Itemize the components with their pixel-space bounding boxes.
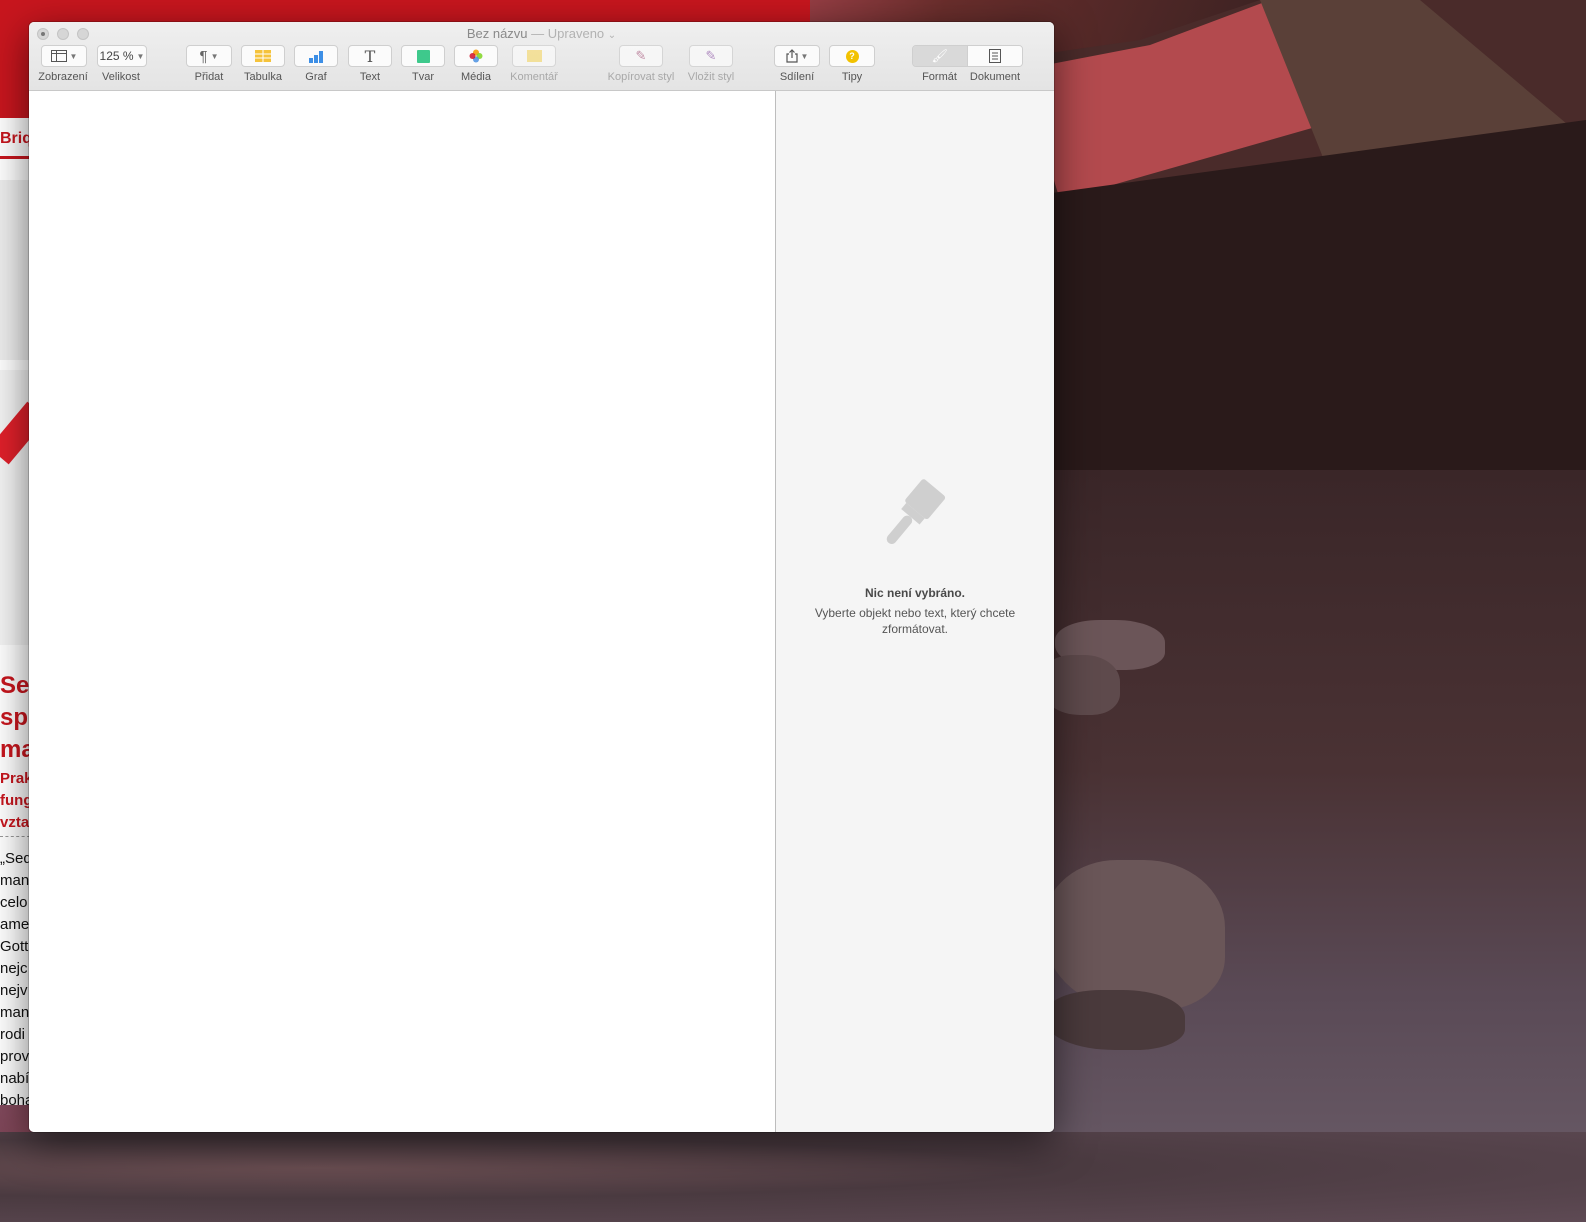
insert-button[interactable]: ¶ ▼ <box>186 45 232 67</box>
toolbar-shape[interactable]: Tvar <box>400 45 446 93</box>
comment-button[interactable] <box>512 45 556 67</box>
paint-dropper-icon: ✎ <box>705 48 717 63</box>
text-icon: T <box>364 46 376 66</box>
photos-flower-icon <box>469 49 483 63</box>
browser-panel <box>0 180 30 360</box>
toolbar-table[interactable]: Tabulka <box>240 45 286 93</box>
foreground-stones <box>0 1132 1586 1222</box>
text-label: Text <box>359 71 381 83</box>
paste-style-label: Vložit styl <box>687 71 735 83</box>
document-name: Bez názvu <box>466 26 528 41</box>
zoom-dropdown[interactable]: 125 % ▼ <box>97 45 147 67</box>
toolbar-tips[interactable]: ? Tipy <box>829 45 875 93</box>
toolbar-zoom[interactable]: 125 % ▼ Velikost <box>95 45 147 93</box>
chart-button[interactable] <box>294 45 338 67</box>
paintbrush-icon <box>886 479 946 544</box>
window-titlebar: Bez názvu — Upraveno ⌄ ▼ Zobrazení 125 %… <box>29 22 1054 91</box>
toolbar-chart[interactable]: Graf <box>293 45 339 93</box>
square-shape-icon <box>416 49 430 63</box>
share-icon <box>785 49 798 63</box>
toolbar-comment[interactable]: Komentář <box>507 45 561 93</box>
zoom-label: Velikost <box>102 71 140 83</box>
chevron-down-icon: ⌄ <box>607 30 617 41</box>
chevron-down-icon: ▼ <box>210 51 219 61</box>
document-canvas[interactable] <box>29 91 776 1132</box>
rock <box>1045 860 1225 1010</box>
chart-label: Graf <box>305 71 327 83</box>
subhead-line: Prak <box>0 770 33 787</box>
share-label: Sdílení <box>779 71 815 83</box>
toolbar-share[interactable]: ▼ Sdílení <box>774 45 820 93</box>
toolbar-text[interactable]: T Text <box>347 45 393 93</box>
toolbar-insert[interactable]: ¶ ▼ Přidat <box>186 45 232 93</box>
view-label: Zobrazení <box>38 71 88 83</box>
media-button[interactable] <box>454 45 498 67</box>
bar-chart-icon <box>309 50 323 63</box>
toolbar-media[interactable]: Média <box>453 45 499 93</box>
share-button[interactable]: ▼ <box>774 45 820 67</box>
table-label: Tabulka <box>244 71 282 83</box>
document-status: Upraveno <box>547 26 605 41</box>
text-box-button[interactable]: T <box>348 45 392 67</box>
pages-window: Bez názvu — Upraveno ⌄ ▼ Zobrazení 125 %… <box>29 22 1054 1132</box>
toolbar-paste-style[interactable]: ✎ Vložit styl <box>679 45 743 93</box>
toolbar-view[interactable]: ▼ Zobrazení <box>37 45 89 93</box>
toolbar-copy-style[interactable]: ✎ Kopírovat styl <box>605 45 677 93</box>
nav-underline <box>0 156 30 159</box>
copy-style-label: Kopírovat styl <box>607 71 675 83</box>
document-label: Dokument <box>969 71 1021 83</box>
view-button[interactable]: ▼ <box>41 45 87 67</box>
table-button[interactable] <box>241 45 285 67</box>
inspector-toggle[interactable]: 🖌 <box>912 45 1023 67</box>
chevron-down-icon: ▼ <box>136 51 145 61</box>
subhead-line: vzta <box>0 814 30 831</box>
window-title[interactable]: Bez názvu — Upraveno ⌄ <box>29 26 1054 41</box>
table-icon <box>255 50 271 62</box>
format-inspector: Nic není vybráno. Vyberte objekt nebo te… <box>776 91 1054 1132</box>
media-label: Média <box>461 71 491 83</box>
copy-style-button[interactable]: ✎ <box>619 45 663 67</box>
subhead-line: fung <box>0 792 33 809</box>
tips-label: Tipy <box>841 71 863 83</box>
comment-label: Komentář <box>510 71 558 83</box>
pilcrow-icon: ¶ <box>199 47 208 65</box>
chevron-down-icon: ▼ <box>69 51 78 61</box>
lake <box>1000 470 1586 1220</box>
document-tab[interactable] <box>966 46 1022 66</box>
inspector-empty-title: Nic není vybráno. <box>864 586 966 600</box>
divider <box>0 836 30 837</box>
insert-label: Přidat <box>194 71 224 83</box>
shape-label: Tvar <box>412 71 434 83</box>
title-separator: — <box>531 26 545 41</box>
eyedropper-icon: ✎ <box>635 48 647 63</box>
article-subheading: Prak fung vzta <box>0 768 33 834</box>
mountain-backdrop <box>1000 0 1586 470</box>
chevron-down-icon: ▼ <box>800 51 809 61</box>
tips-button[interactable]: ? <box>829 45 875 67</box>
format-label: Formát <box>922 71 957 83</box>
paste-style-button[interactable]: ✎ <box>689 45 733 67</box>
paintbrush-icon: 🖌 <box>931 48 948 63</box>
zoom-value: 125 % <box>99 49 134 63</box>
rock <box>1045 990 1185 1050</box>
shape-button[interactable] <box>401 45 445 67</box>
comment-note-icon <box>526 50 542 62</box>
document-icon <box>988 49 1001 63</box>
sidebar-layout-icon <box>50 50 67 62</box>
format-tab[interactable]: 🖌 <box>913 46 967 66</box>
tips-bulb-icon: ? <box>845 49 859 63</box>
inspector-empty-description: Vyberte objekt nebo text, který chcete z… <box>814 606 1016 636</box>
